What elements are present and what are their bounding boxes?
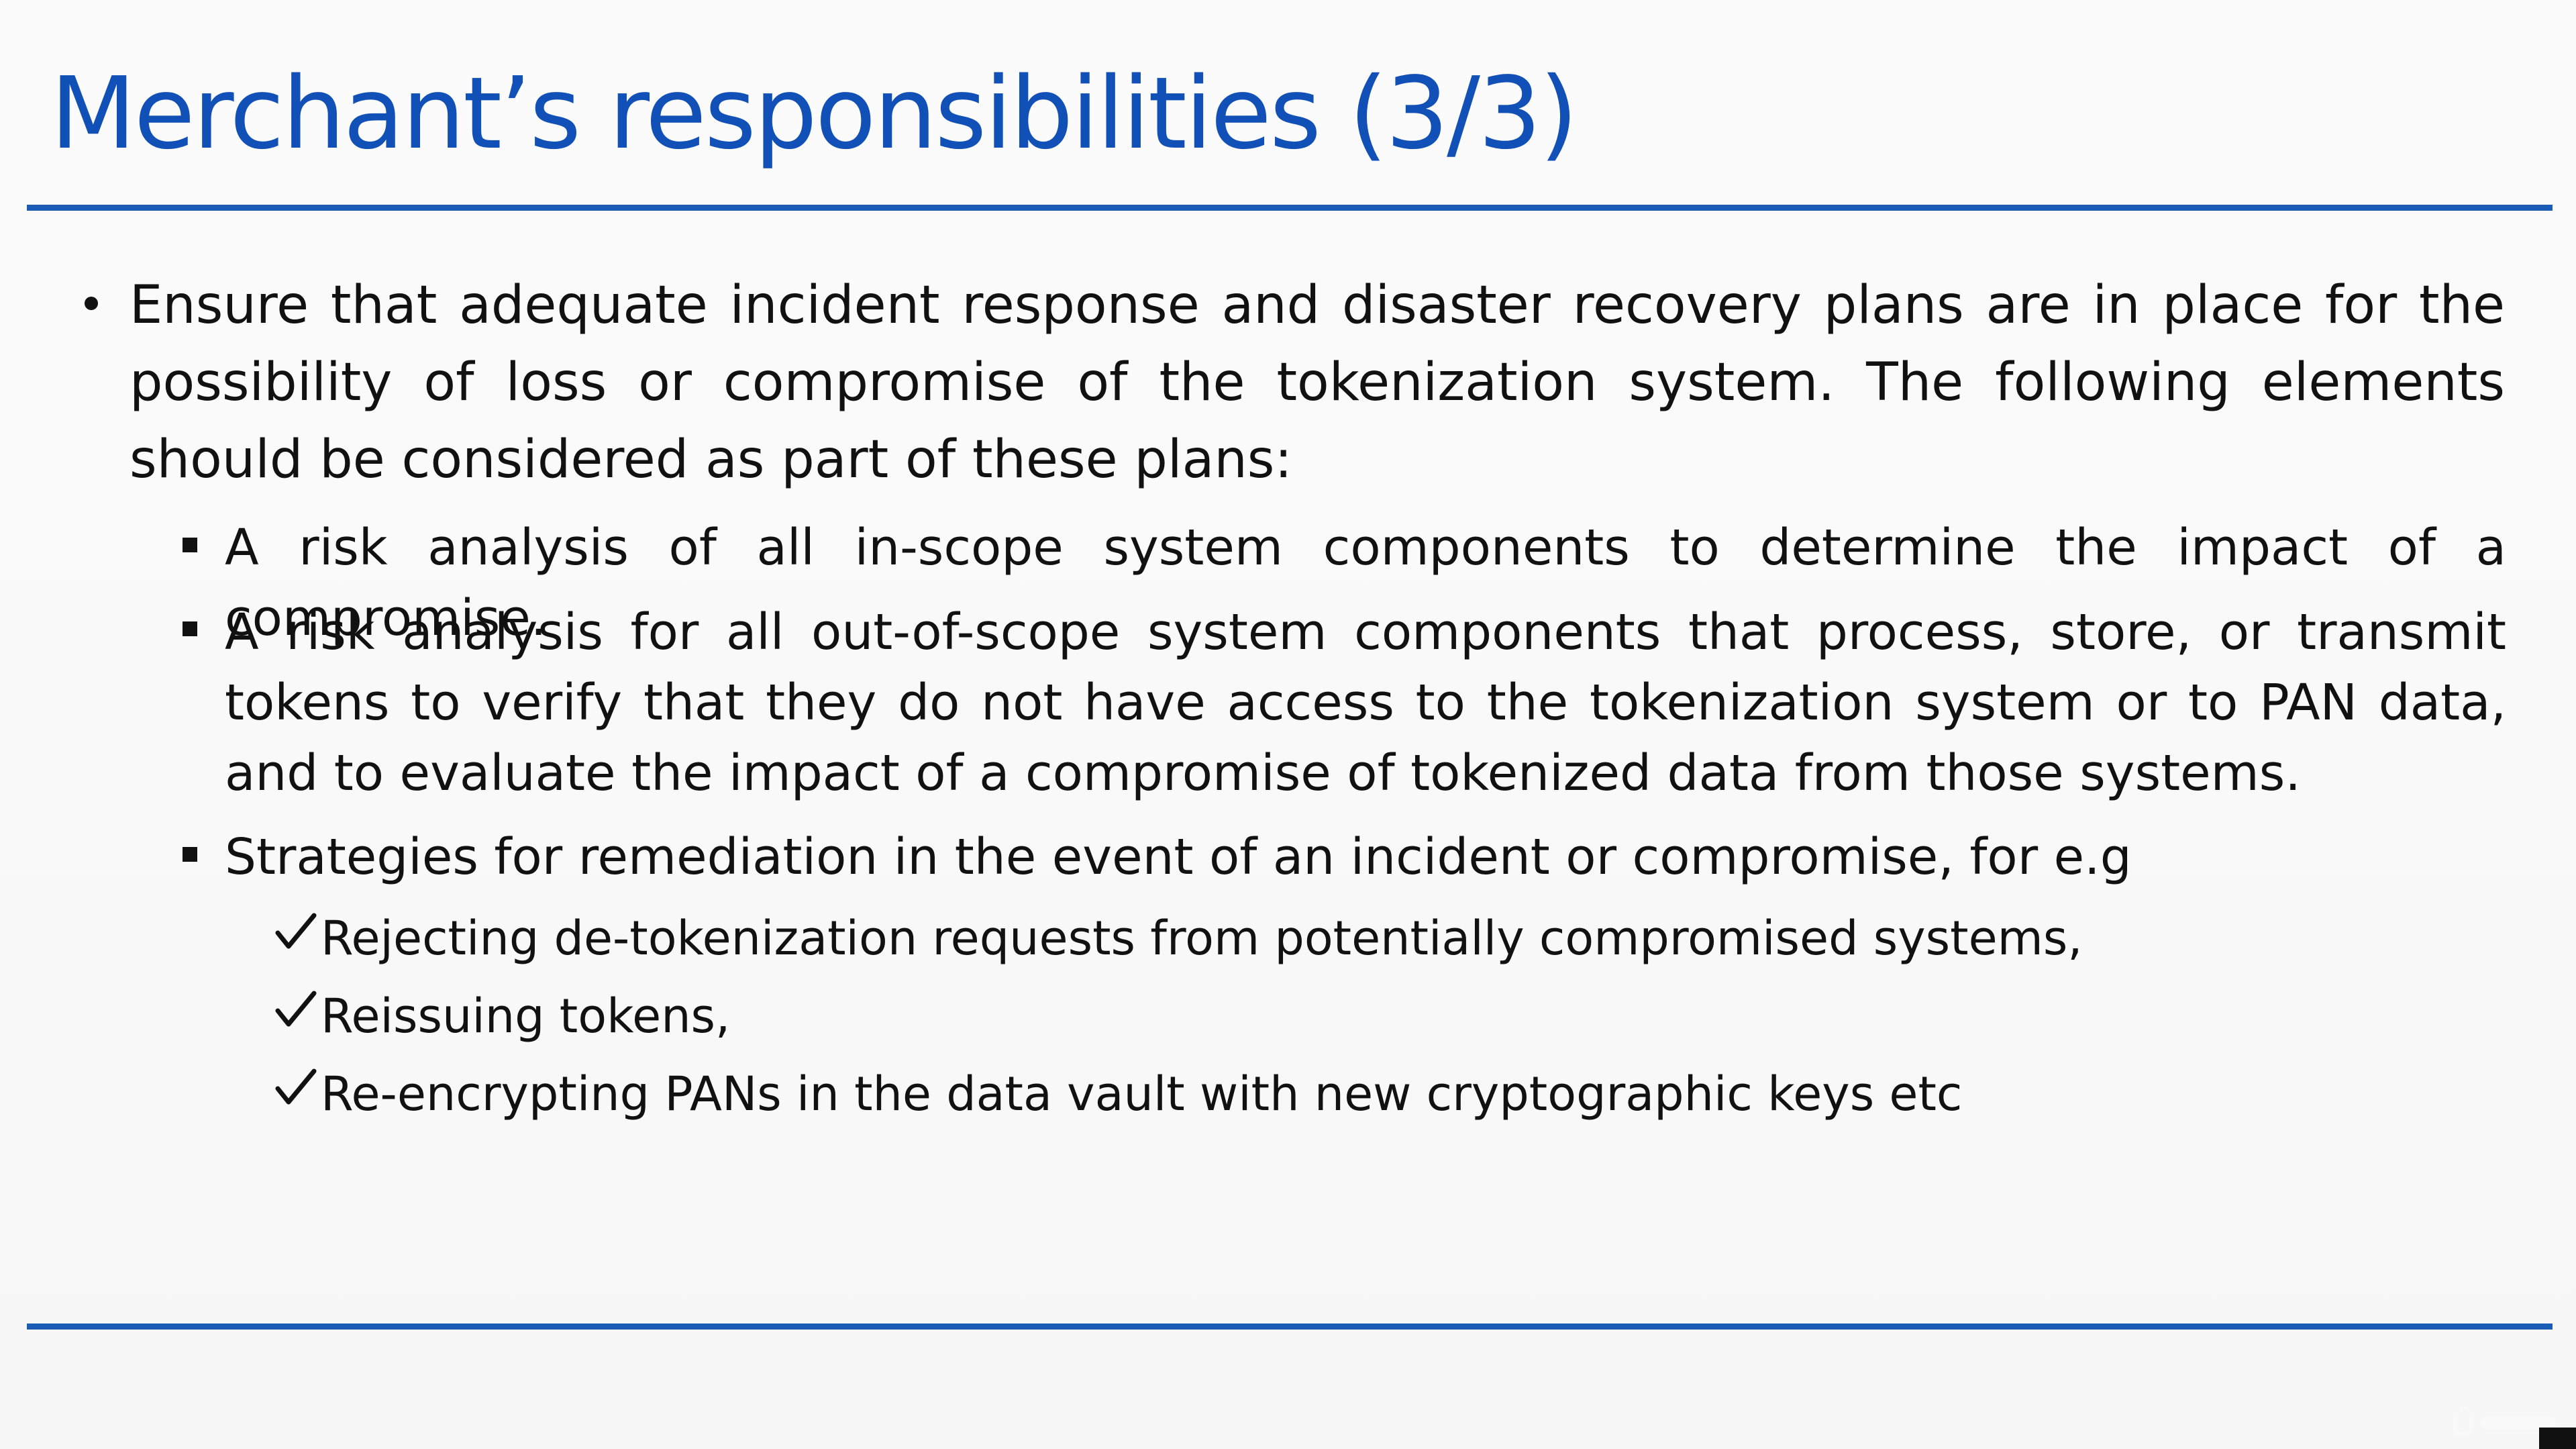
sub-bullet-text: A risk analysis for all out-of-scope sys… bbox=[225, 603, 2506, 802]
round-bullet-icon bbox=[85, 297, 98, 310]
main-bullet-text: Ensure that adequate incident response a… bbox=[130, 275, 2505, 490]
sub-bullet-text: Strategies for remediation in the event … bbox=[225, 828, 2132, 886]
corner-block bbox=[2539, 1428, 2576, 1449]
square-bullet-icon bbox=[183, 538, 197, 552]
square-bullet-icon bbox=[183, 847, 197, 862]
check-item-text: Rejecting de-tokenization requests from … bbox=[321, 911, 2083, 966]
check-item-text: Reissuing tokens, bbox=[321, 989, 731, 1044]
checkmark-icon bbox=[275, 913, 317, 949]
footer-divider bbox=[27, 1323, 2553, 1330]
slide-title: Merchant’s responsibilities (3/3) bbox=[50, 56, 1578, 171]
checkmark-icon bbox=[275, 1068, 317, 1105]
slide: Merchant’s responsibilities (3/3) Ensure… bbox=[0, 0, 2576, 1449]
square-bullet-icon bbox=[183, 621, 197, 636]
check-item-text: Re-encrypting PANs in the data vault wit… bbox=[321, 1066, 1963, 1121]
checkmark-icon bbox=[275, 991, 317, 1027]
title-divider bbox=[27, 205, 2553, 211]
